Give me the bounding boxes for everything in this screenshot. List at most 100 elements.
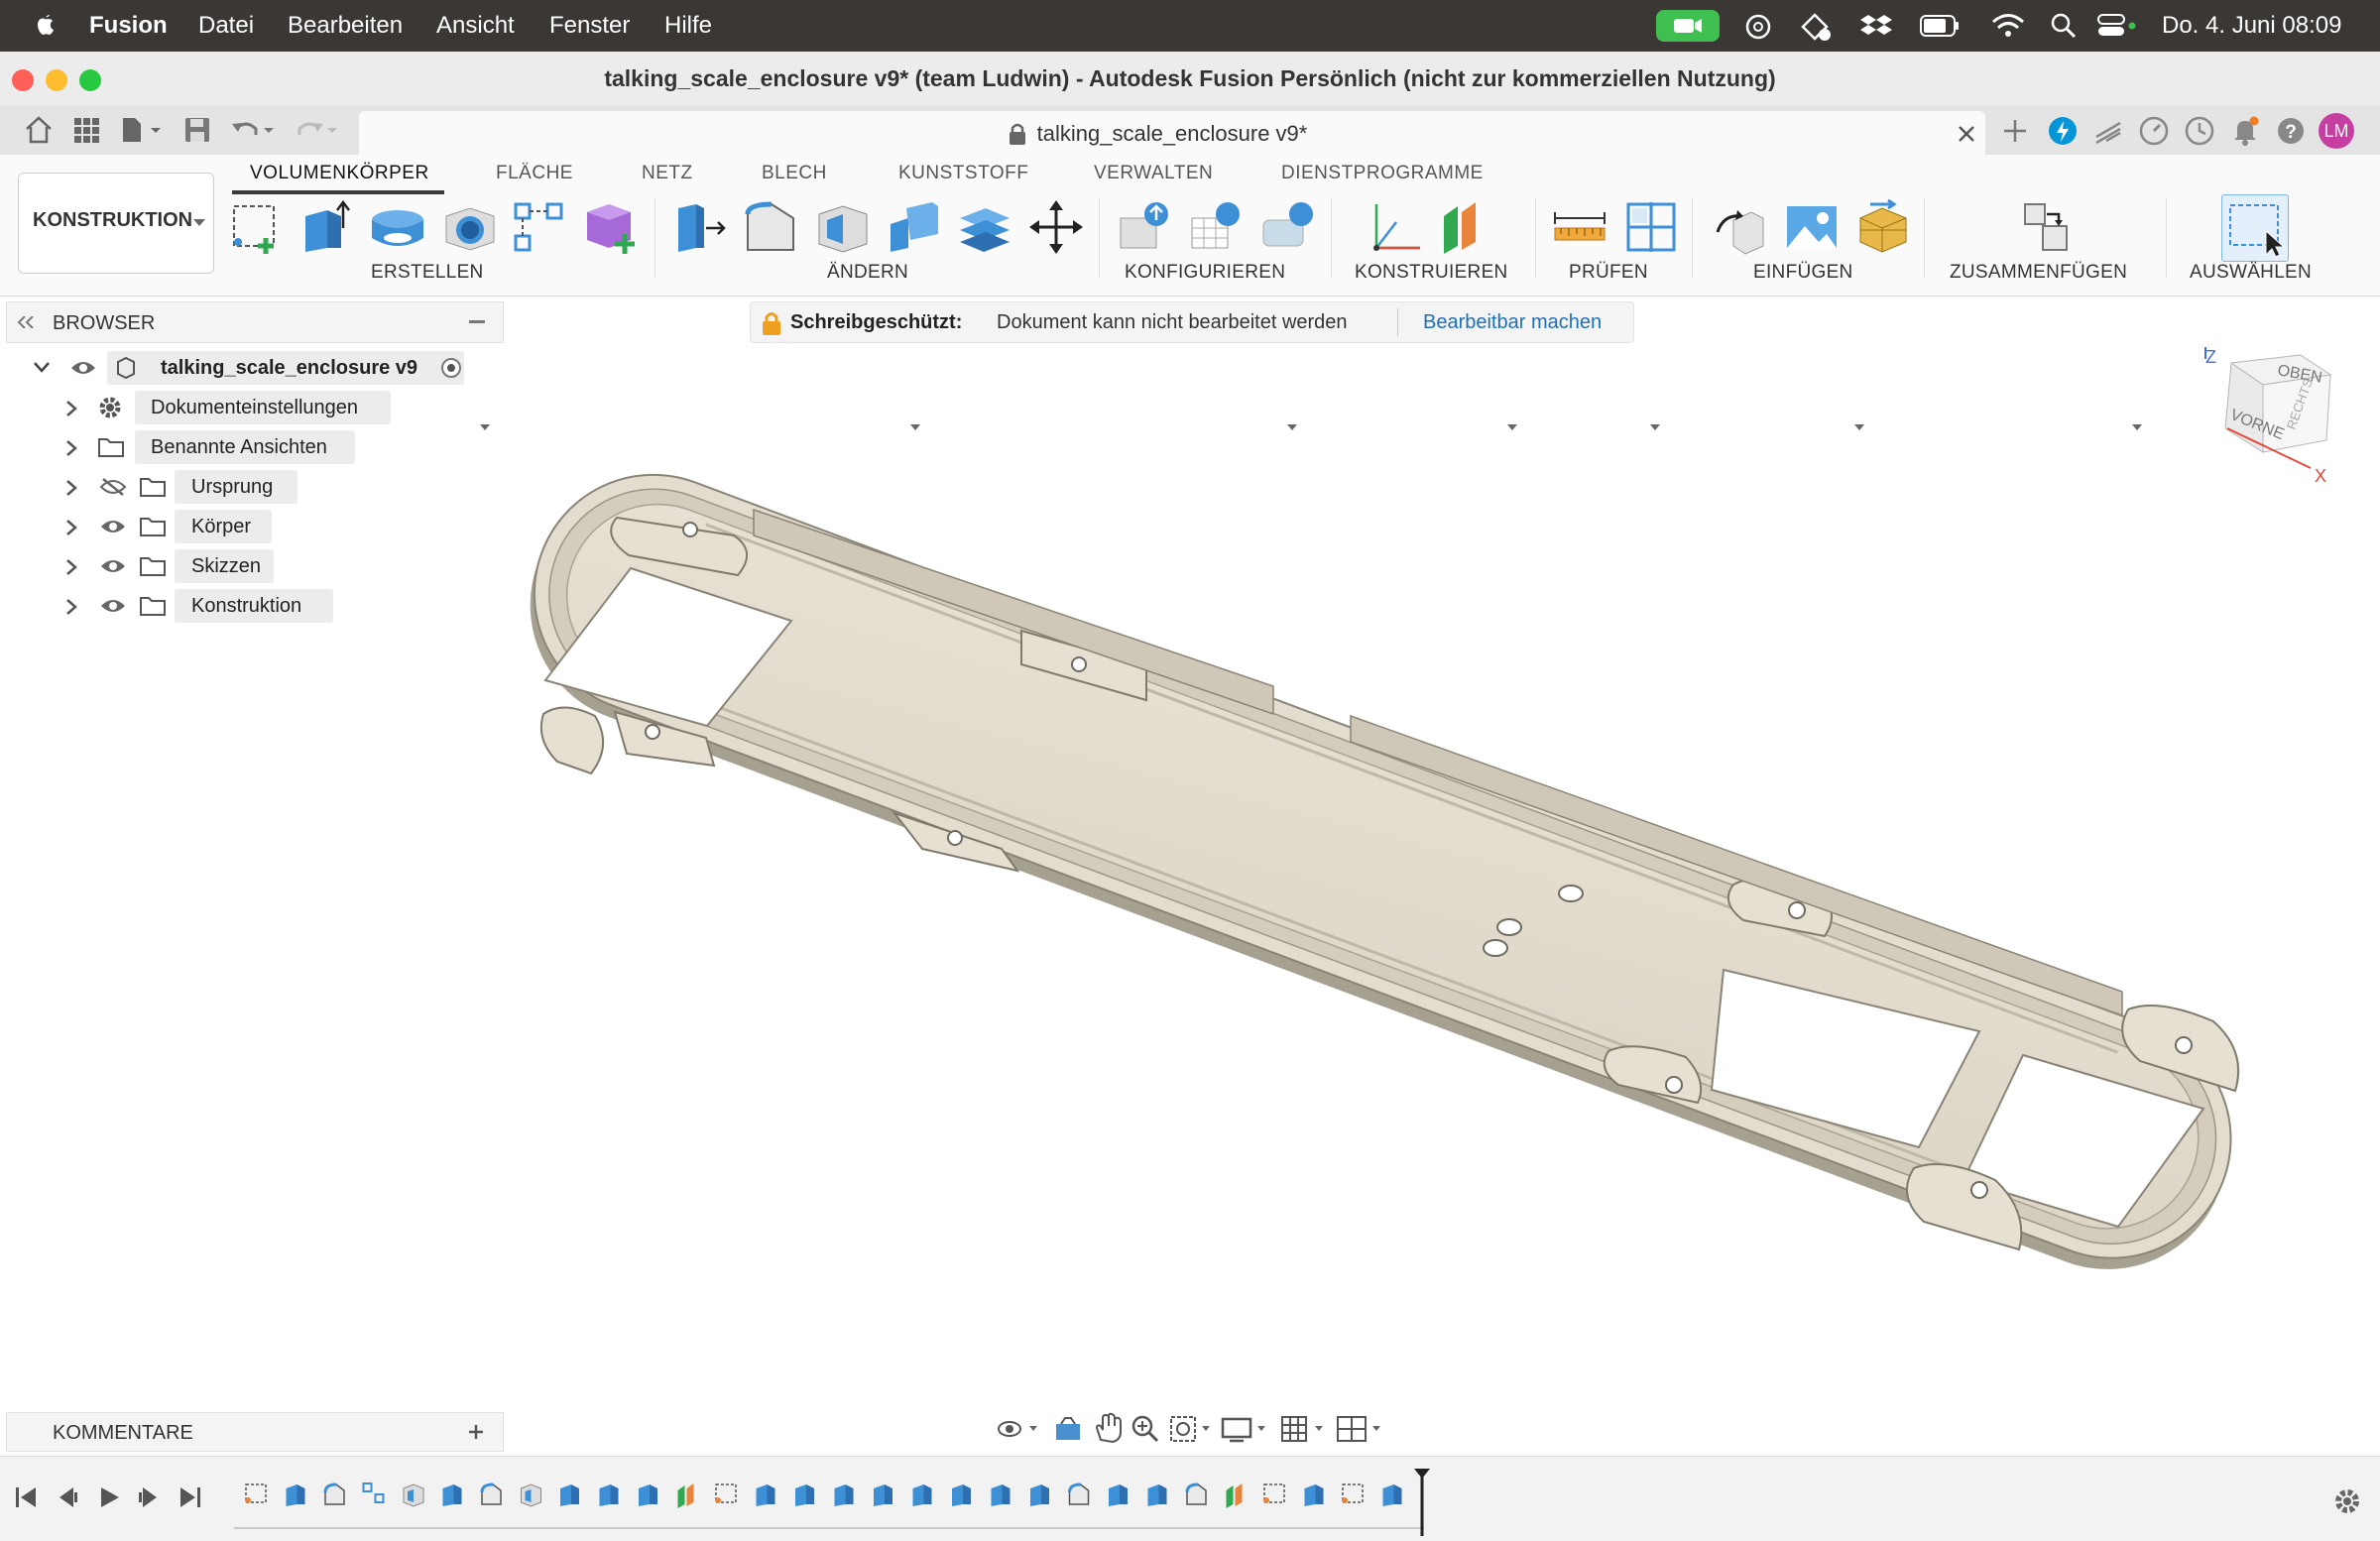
go-to-start-icon[interactable] [14,1484,38,1510]
grid-snap-icon[interactable] [1279,1414,1327,1444]
timeline-feature-icon[interactable] [599,1484,619,1506]
press-pull-icon[interactable] [670,198,728,256]
tree-root[interactable]: talking_scale_enclosure v9 [30,351,486,385]
eye-hidden-icon[interactable] [99,477,127,497]
timeline-feature-icon[interactable] [874,1484,892,1506]
chatgpt-icon[interactable] [1743,12,1773,42]
timeline-feature-icon[interactable] [442,1484,462,1506]
insert-mesh-icon[interactable] [1854,198,1912,256]
tree-item-skizzen[interactable]: Skizzen [60,549,397,583]
collapse-panel-icon[interactable] [17,316,37,328]
display-settings-icon[interactable] [1220,1414,1271,1444]
timeline-feature-icon[interactable] [834,1484,854,1506]
tab-netz[interactable]: NETZ [642,163,693,184]
tab-dienstprogramme[interactable]: DIENSTPROGRAMME [1281,163,1484,184]
timeline-feature-icon[interactable] [521,1483,541,1507]
measure-icon[interactable] [1551,198,1608,256]
group-erstellen[interactable]: ERSTELLEN [371,262,484,284]
insert-canvas-icon[interactable] [1783,198,1841,256]
play-icon[interactable] [97,1484,121,1510]
linkedin-sync-icon[interactable] [1799,11,1833,43]
timeline-feature-icon[interactable] [323,1482,345,1505]
pan-hand-icon[interactable] [1093,1412,1123,1444]
construction-axis-icon[interactable] [1367,198,1424,256]
go-to-end-icon[interactable] [178,1484,202,1510]
home-icon[interactable] [24,115,54,145]
timeline-feature-icon[interactable] [639,1484,657,1506]
data-panel-grid-icon[interactable] [71,115,101,145]
timeline-feature-icon[interactable] [912,1484,932,1506]
timeline-feature-icon[interactable] [1109,1484,1128,1506]
configure-theme-icon[interactable] [1259,198,1317,256]
apple-icon[interactable] [32,10,58,40]
insert-derive-icon[interactable] [1714,198,1771,256]
spotlight-search-icon[interactable] [2051,13,2077,39]
tree-item-ursprung[interactable]: Ursprung [60,470,397,504]
fillet-icon[interactable] [742,198,799,256]
activate-radio-icon[interactable] [440,357,462,379]
notifications-bell-icon[interactable] [2229,115,2261,147]
timeline-feature-icon[interactable] [715,1483,737,1503]
timeline-feature-icon[interactable] [1263,1483,1285,1503]
group-konfigurieren[interactable]: KONFIGURIEREN [1125,262,1285,284]
workspace-switcher[interactable]: KONSTRUKTION [18,173,214,274]
tree-item-dokumenteinstellungen[interactable]: Dokumenteinstellungen [60,391,397,424]
configure-rules-icon[interactable] [1188,198,1246,256]
timeline-feature-icon[interactable] [952,1484,971,1506]
tab-kunststoff[interactable]: KUNSTSTOFF [898,163,1028,184]
save-icon[interactable] [182,115,212,145]
configure-table-icon[interactable] [1117,198,1174,256]
timeline-feature-icon[interactable] [1185,1482,1207,1505]
file-menu-icon[interactable] [119,115,167,145]
timeline-feature-icon[interactable] [1304,1484,1324,1506]
timeline-feature-icon[interactable] [756,1484,775,1506]
chevron-right-icon[interactable] [65,559,77,575]
timeline-feature-icon[interactable] [362,1482,385,1503]
help-icon[interactable]: ? [2275,115,2307,147]
group-zusammenfuegen[interactable]: ZUSAMMENFÜGEN [1950,262,2127,284]
hole-icon[interactable] [440,198,498,256]
timeline-feature-icon[interactable] [1147,1484,1167,1506]
add-comment-plus-icon[interactable] [467,1423,485,1441]
undo-icon[interactable] [230,115,280,145]
eye-icon[interactable] [99,597,127,615]
timeline-feature-icon[interactable] [1342,1483,1364,1503]
viewcube[interactable]: OBEN VORNE RECHTS Z X [2192,341,2340,490]
timeline-feature-icon[interactable] [1382,1484,1402,1506]
timeline-feature-icon[interactable] [1226,1483,1243,1508]
timeline-feature-icon[interactable] [991,1484,1011,1506]
revolve-icon[interactable] [369,198,426,256]
tree-item-benannte-ansichten[interactable]: Benannte Ansichten [60,430,397,464]
timeline-settings-gear-icon[interactable] [2332,1486,2362,1516]
chevron-right-icon[interactable] [65,440,77,456]
document-tab[interactable]: talking_scale_enclosure v9* [359,111,1985,155]
chevron-right-icon[interactable] [65,480,77,496]
menu-fenster[interactable]: Fenster [549,12,630,40]
timeline-features[interactable] [234,1467,1444,1538]
redo-icon[interactable] [294,115,343,145]
group-aendern[interactable]: ÄNDERN [827,262,908,284]
timeline-feature-icon[interactable] [286,1484,305,1506]
group-auswaehlen[interactable]: AUSWÄHLEN [2190,262,2312,284]
step-forward-icon[interactable] [137,1484,161,1510]
viewports-layout-icon[interactable] [1335,1414,1386,1444]
timeline-feature-icon[interactable] [1030,1484,1049,1506]
step-back-icon[interactable] [56,1484,79,1510]
battery-icon[interactable] [1920,15,1960,37]
timeline-feature-icon[interactable] [677,1483,694,1508]
offset-face-icon[interactable] [956,198,1013,256]
menu-bearbeiten[interactable]: Bearbeiten [288,12,403,40]
make-editable-link[interactable]: Bearbeitbar machen [1423,311,1602,334]
tree-item-koerper[interactable]: Körper [60,510,397,543]
job-status-icon[interactable] [2092,115,2124,147]
wifi-icon[interactable] [1991,12,2025,40]
fit-view-icon[interactable] [1168,1414,1212,1444]
timeline-feature-icon[interactable] [795,1484,814,1506]
create-form-icon[interactable] [581,198,639,256]
comments-panel-header[interactable]: KOMMENTARE [6,1412,504,1452]
online-status-icon[interactable] [2138,115,2170,147]
group-konstruieren[interactable]: KONSTRUIEREN [1355,262,1508,284]
menu-app-fusion[interactable]: Fusion [89,12,168,40]
group-einfuegen[interactable]: EINFÜGEN [1753,262,1853,284]
create-sketch-icon[interactable] [228,198,286,256]
